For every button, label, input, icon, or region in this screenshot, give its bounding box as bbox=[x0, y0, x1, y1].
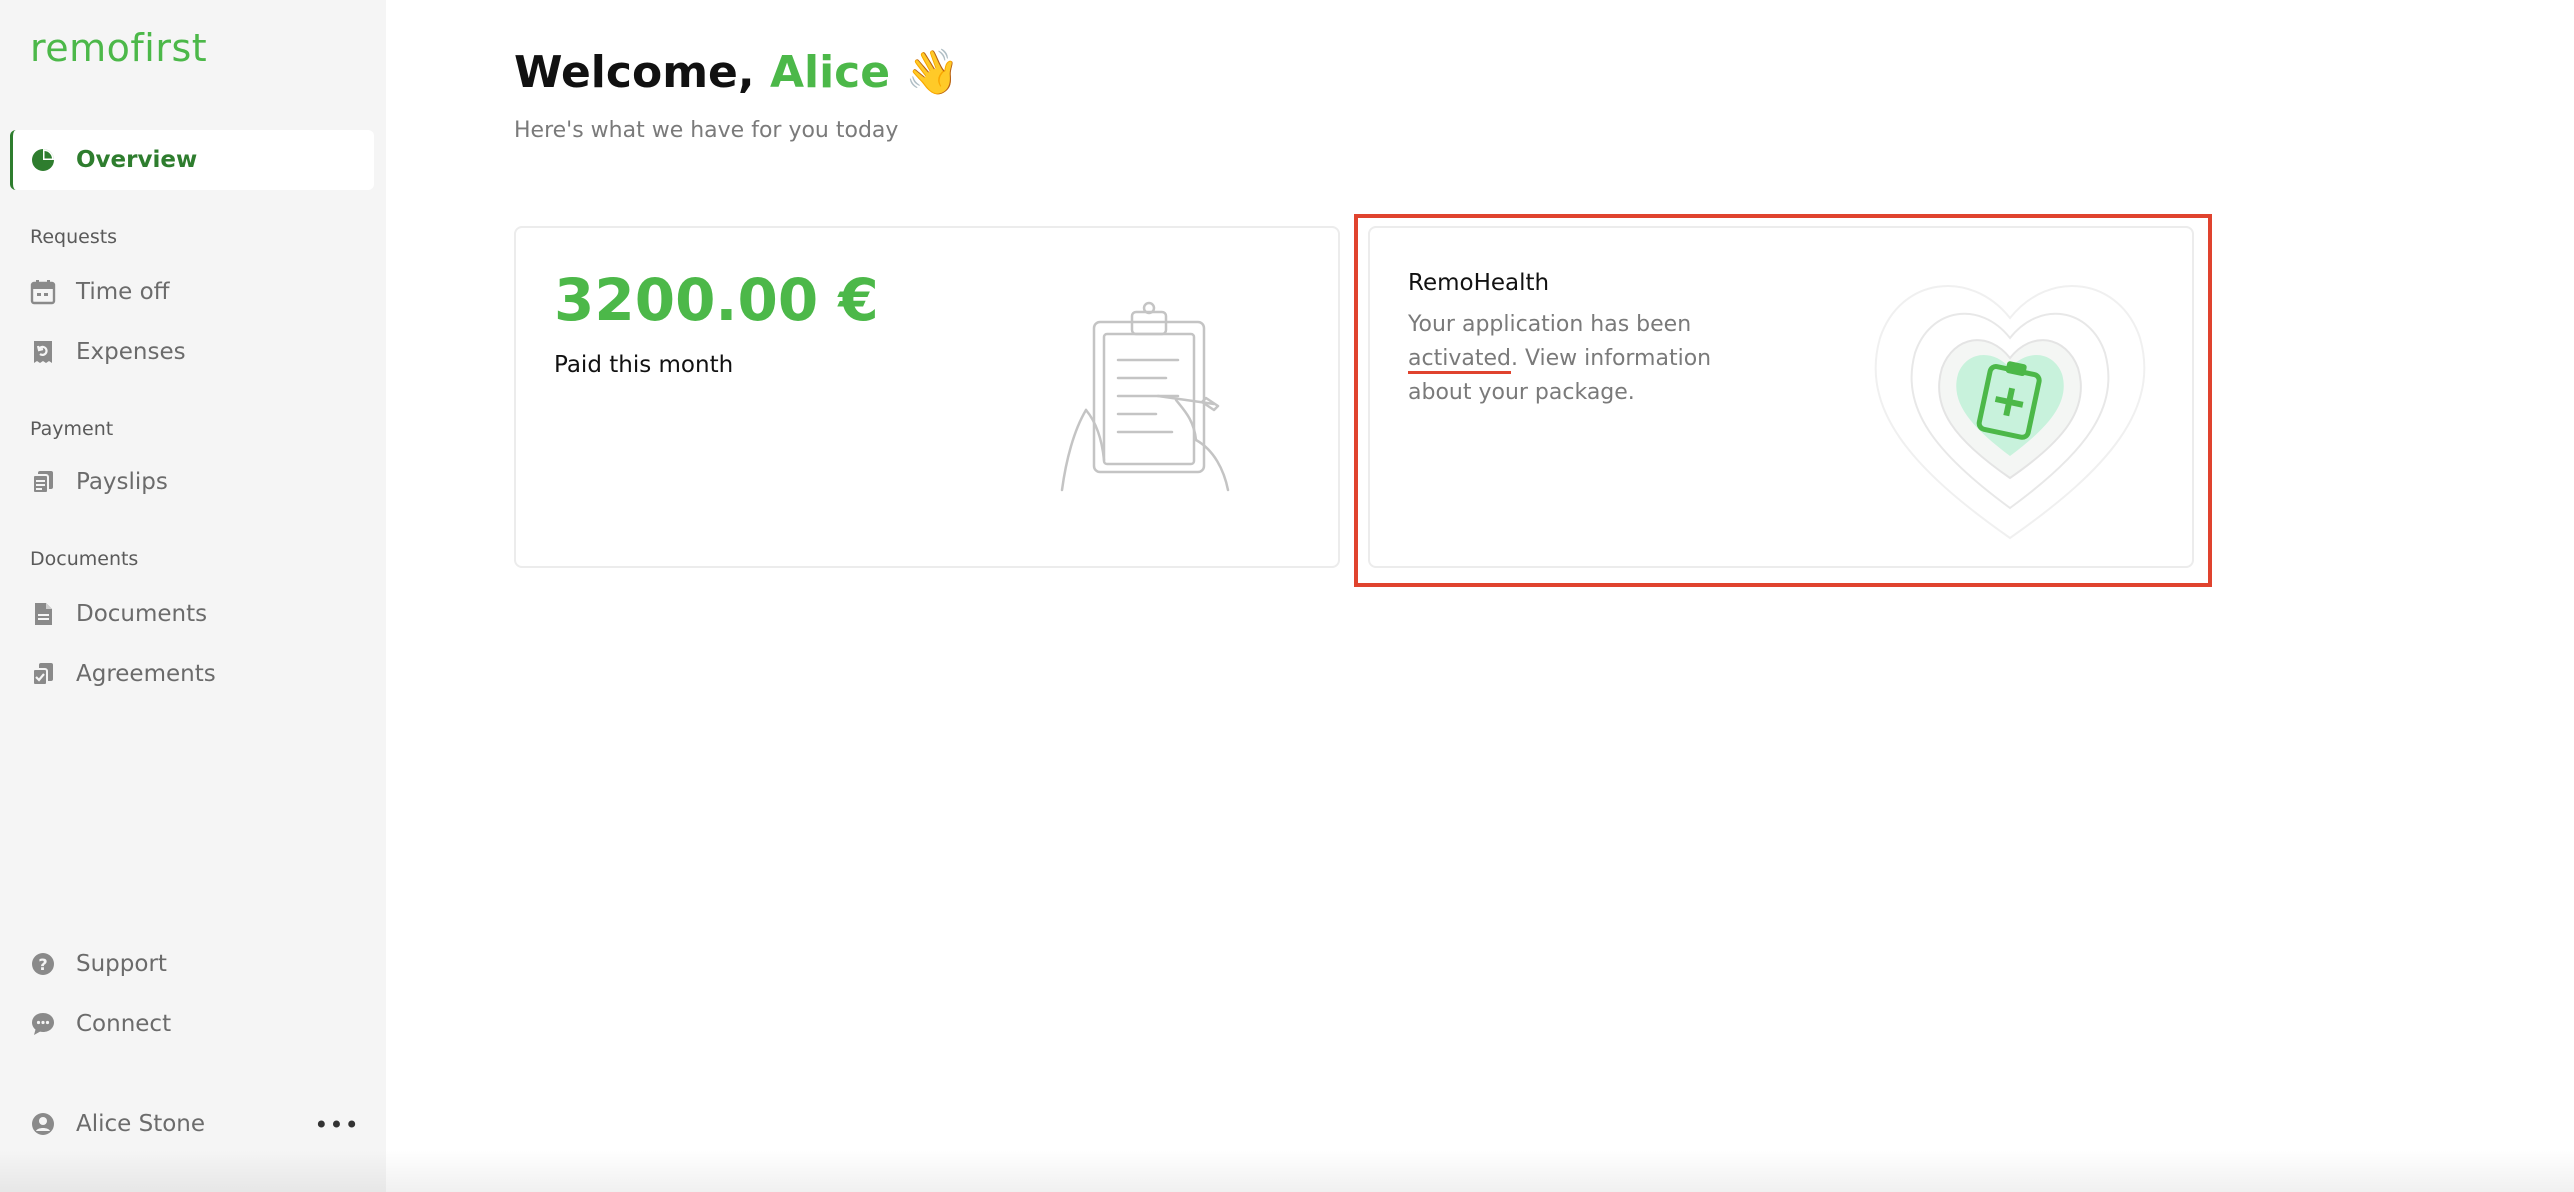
receipt-icon bbox=[30, 339, 56, 365]
description-part: Your application has been bbox=[1408, 312, 1692, 337]
sidebar-item-label: Agreements bbox=[76, 661, 216, 687]
help-icon: ? bbox=[30, 951, 56, 977]
chat-icon bbox=[30, 1011, 56, 1037]
remohealth-card[interactable]: RemoHealth Your application has been act… bbox=[1368, 226, 2194, 568]
clipboard-illustration bbox=[1046, 300, 1246, 504]
waving-hand-icon: 👋 bbox=[905, 47, 961, 98]
section-label-documents: Documents bbox=[30, 548, 139, 570]
activated-link[interactable]: activated bbox=[1408, 346, 1511, 374]
sidebar-item-time-off[interactable]: Time off bbox=[10, 262, 374, 322]
welcome-prefix: Welcome, bbox=[514, 47, 755, 98]
sidebar-item-documents[interactable]: Documents bbox=[10, 584, 374, 644]
brand-logo[interactable]: remofirst bbox=[30, 26, 207, 70]
sidebar-item-label: Time off bbox=[76, 279, 170, 305]
document-icon bbox=[30, 601, 56, 627]
sidebar-item-expenses[interactable]: Expenses bbox=[10, 322, 374, 382]
sidebar-item-label: Overview bbox=[76, 147, 198, 173]
sidebar-item-overview[interactable]: Overview bbox=[10, 130, 374, 190]
sidebar-item-connect[interactable]: Connect bbox=[10, 994, 374, 1054]
main-content: Welcome, Alice 👋 Here's what we have for… bbox=[386, 0, 2574, 1192]
agreements-icon bbox=[30, 661, 56, 687]
sidebar-item-label: Payslips bbox=[76, 469, 168, 495]
more-options-button[interactable]: ••• bbox=[314, 1110, 358, 1140]
sidebar-item-label: Support bbox=[76, 951, 167, 977]
health-heart-illustration bbox=[1850, 258, 2170, 552]
app-root: remofirst Overview Requests Time off Exp… bbox=[0, 0, 2574, 1192]
calendar-icon bbox=[30, 279, 56, 305]
paid-label: Paid this month bbox=[554, 352, 734, 378]
user-name: Alice Stone bbox=[76, 1111, 206, 1137]
sidebar-item-label: Expenses bbox=[76, 339, 186, 365]
paid-amount: 3200.00 € bbox=[554, 266, 879, 334]
page-subtitle: Here's what we have for you today bbox=[514, 118, 899, 143]
payslips-icon bbox=[30, 469, 56, 495]
sidebar-item-support[interactable]: ? Support bbox=[10, 934, 374, 994]
section-label-requests: Requests bbox=[30, 226, 118, 248]
sidebar: remofirst Overview Requests Time off Exp… bbox=[0, 0, 386, 1192]
sidebar-item-agreements[interactable]: Agreements bbox=[10, 644, 374, 704]
section-label-payment: Payment bbox=[30, 418, 114, 440]
remohealth-title: RemoHealth bbox=[1408, 270, 1550, 296]
sidebar-item-label: Documents bbox=[76, 601, 208, 627]
svg-text:?: ? bbox=[38, 955, 47, 974]
remohealth-description: Your application has been activated. Vie… bbox=[1408, 308, 1738, 410]
page-title: Welcome, Alice 👋 bbox=[514, 46, 960, 98]
user-profile[interactable]: Alice Stone bbox=[10, 1094, 310, 1154]
user-icon bbox=[30, 1111, 56, 1137]
welcome-name: Alice bbox=[769, 47, 891, 98]
paid-this-month-card: 3200.00 € Paid this month bbox=[514, 226, 1340, 568]
sidebar-item-payslips[interactable]: Payslips bbox=[10, 452, 374, 512]
sidebar-item-label: Connect bbox=[76, 1011, 172, 1037]
pie-chart-icon bbox=[30, 147, 56, 173]
